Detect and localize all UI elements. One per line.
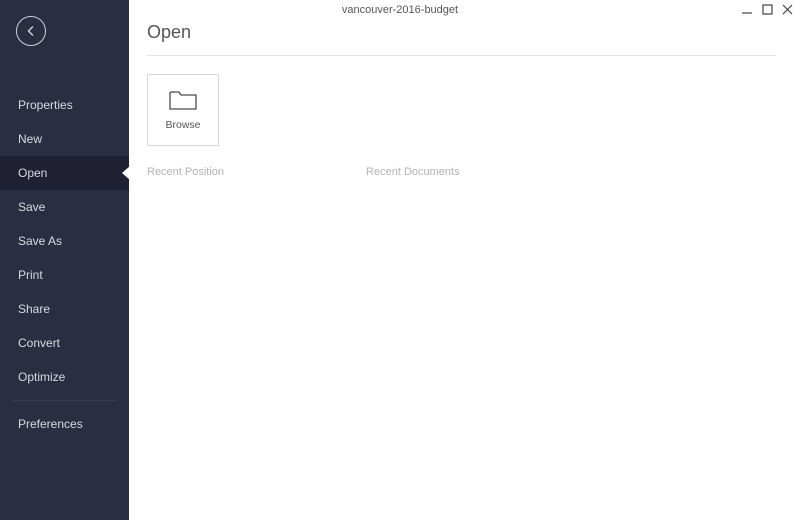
sidebar-item-share[interactable]: Share [0,292,129,326]
sidebar-item-label: Share [18,302,50,316]
sidebar-item-save-as[interactable]: Save As [0,224,129,258]
recent-headers: Recent Position Recent Documents [147,166,776,178]
sidebar-item-label: Properties [18,98,73,112]
sidebar: Properties New Open Save Save As Print S… [0,0,129,520]
page-title: Open [147,22,776,43]
minimize-button[interactable] [740,2,754,16]
sidebar-item-new[interactable]: New [0,122,129,156]
sidebar-item-properties[interactable]: Properties [0,88,129,122]
sidebar-item-preferences[interactable]: Preferences [0,407,129,441]
window-controls [740,2,794,16]
back-button[interactable] [16,16,46,46]
folder-icon [169,89,197,111]
sidebar-item-label: Open [18,166,47,180]
sidebar-item-label: Preferences [18,417,83,431]
browse-label: Browse [165,119,200,131]
sidebar-item-label: Save [18,200,45,214]
sidebar-item-label: Optimize [18,370,65,384]
chevron-left-icon [25,25,37,37]
sidebar-item-print[interactable]: Print [0,258,129,292]
sidebar-item-label: Convert [18,336,60,350]
app-window: vancouver-2016-budget Properties New Ope… [0,0,800,520]
sidebar-item-optimize[interactable]: Optimize [0,360,129,394]
sidebar-item-open[interactable]: Open [0,156,129,190]
recent-position-label: Recent Position [147,166,224,178]
sidebar-item-label: Save As [18,234,62,248]
close-button[interactable] [780,2,794,16]
sidebar-item-convert[interactable]: Convert [0,326,129,360]
divider [147,55,776,56]
browse-button[interactable]: Browse [147,74,219,146]
maximize-button[interactable] [760,2,774,16]
sidebar-item-label: New [18,132,42,146]
sidebar-item-label: Print [18,268,43,282]
sidebar-item-save[interactable]: Save [0,190,129,224]
main-content: Open Browse Recent Position Recent Docum… [129,0,800,520]
recent-documents-label: Recent Documents [366,166,460,178]
sidebar-separator [12,400,117,401]
